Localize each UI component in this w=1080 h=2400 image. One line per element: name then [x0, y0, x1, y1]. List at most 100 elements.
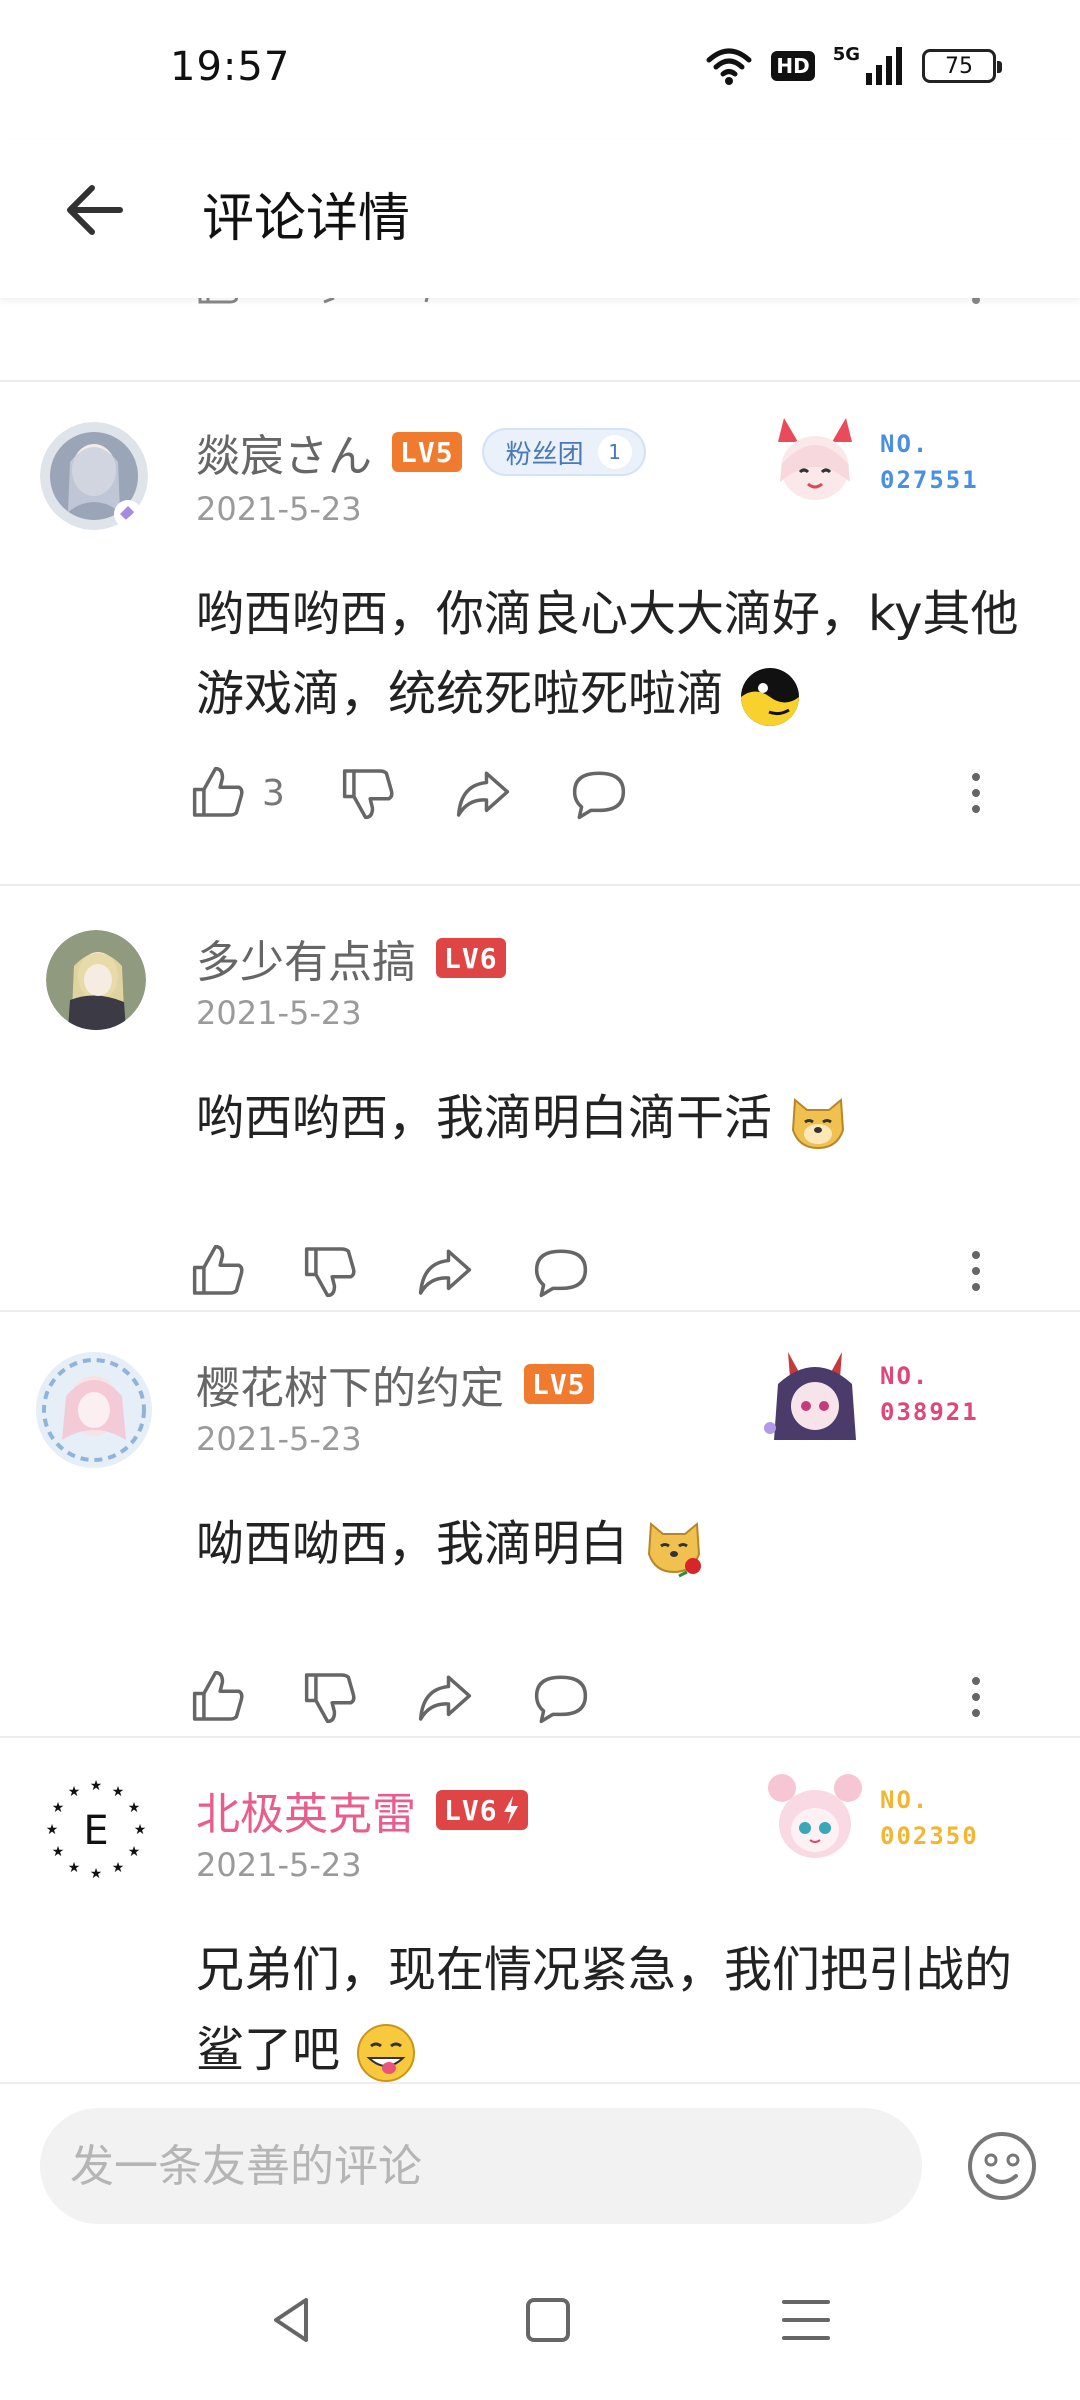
share-button[interactable] — [416, 1236, 474, 1306]
comment-text: 哟西哟西，我滴明白滴干活 — [196, 1078, 1036, 1158]
comment-card: 燚宸さん LV5 粉丝团 1 2021-5-23 NO. 027551 哟西哟西… — [0, 382, 1080, 882]
name-row: 燚宸さん LV5 粉丝团 1 — [196, 420, 646, 484]
comment-content: 呦西呦西，我滴明白 — [196, 1516, 629, 1572]
dislike-button[interactable] — [302, 1662, 360, 1732]
share-button[interactable] — [416, 1662, 474, 1732]
svg-text:★: ★ — [112, 1860, 125, 1876]
more-icon — [972, 773, 980, 813]
like-button[interactable] — [190, 1662, 262, 1732]
name-row: 樱花树下的约定 LV5 — [196, 1352, 594, 1416]
svg-text:★: ★ — [112, 1784, 125, 1800]
comment-date: 2021-5-23 — [196, 490, 362, 528]
thumbs-up-icon — [192, 1244, 244, 1295]
reply-button[interactable] — [532, 1236, 590, 1306]
lightning-icon — [503, 1796, 518, 1824]
reply-icon — [534, 1675, 588, 1724]
doge-rose-emoji — [648, 1521, 702, 1578]
svg-text:★: ★ — [46, 1822, 59, 1838]
home-square-icon[interactable] — [518, 2290, 578, 2350]
back-triangle-icon[interactable] — [262, 2290, 322, 2350]
comment-content: 兄弟们，现在情况紧急，我们把引战的鲨了吧 — [196, 1942, 1013, 2078]
signal-icon — [866, 47, 902, 85]
app-header: 评论详情 — [0, 140, 1080, 298]
share-icon — [418, 1675, 472, 1721]
badge-no-label: NO. — [880, 1786, 930, 1814]
like-button[interactable]: 3 — [190, 758, 285, 828]
doge-emoji — [792, 1097, 845, 1150]
name-row: 北极英克雷 LV6 — [196, 1778, 528, 1842]
dislike-button[interactable] — [340, 758, 398, 828]
avatar[interactable] — [40, 422, 148, 530]
more-button[interactable] — [970, 1662, 982, 1732]
level-text: LV6 — [444, 1793, 498, 1827]
back-arrow-icon[interactable] — [58, 170, 138, 250]
badge-number: 002350 — [880, 1822, 979, 1850]
thumbs-down-icon — [342, 769, 394, 820]
system-nav-bar — [0, 2232, 1080, 2400]
menu-lines-icon[interactable] — [776, 2290, 836, 2350]
character-sticker-icon — [768, 1774, 862, 1858]
comment-card: E ★ ★ ★ ★ ★ ★ ★ ★ ★ ★ ★ ★ 北极英克雷 LV6 2021-5-23 — [0, 1738, 1080, 2082]
more-icon — [972, 1251, 980, 1291]
share-icon — [456, 771, 510, 817]
thumbs-down-icon — [304, 1673, 356, 1724]
comment-text: 呦西呦西，我滴明白 — [196, 1504, 1036, 1584]
wifi-icon — [706, 48, 752, 85]
more-button[interactable] — [970, 1236, 982, 1306]
svg-text:★: ★ — [128, 1844, 141, 1860]
comment-input[interactable] — [40, 2108, 922, 2224]
comment-card: 樱花树下的约定 LV5 2021-5-23 NO. 038921 呦西呦西，我滴… — [0, 1312, 1080, 1736]
comment-card: 多少有点搞 LV6 2021-5-23 哟西哟西，我滴明白滴干活 — [0, 886, 1080, 1310]
username[interactable]: 北极英克雷 — [196, 1778, 416, 1842]
reply-button[interactable] — [532, 1662, 590, 1732]
avatar[interactable]: E ★ ★ ★ ★ ★ ★ ★ ★ ★ ★ ★ ★ — [44, 1778, 148, 1882]
svg-text:★: ★ — [90, 1866, 103, 1882]
comment-date: 2021-5-23 — [196, 1846, 362, 1884]
battery-icon: 75 — [922, 49, 1002, 83]
share-button[interactable] — [454, 758, 512, 828]
number-badge: NO. 027551 — [760, 412, 979, 512]
like-button[interactable] — [190, 1236, 262, 1306]
status-time: 19:57 — [170, 44, 291, 90]
comment-actions: 3 — [190, 758, 1040, 828]
comment-actions — [190, 1662, 1040, 1732]
fans-club-label: 粉丝团 — [505, 439, 584, 470]
username[interactable]: 燚宸さん — [196, 420, 372, 484]
character-sticker-icon — [778, 418, 852, 500]
character-sticker-icon — [764, 1352, 856, 1440]
share-icon — [418, 1249, 472, 1295]
thumbs-up-icon — [192, 1670, 244, 1721]
badge-no-label: NO. — [880, 430, 930, 458]
comment-date: 2021-5-23 — [196, 1420, 362, 1458]
yin-yang-face-emoji — [741, 668, 800, 726]
svg-text:★: ★ — [134, 1822, 147, 1838]
fans-club-badge[interactable]: 粉丝团 1 — [481, 428, 646, 476]
comment-date: 2021-5-23 — [196, 994, 362, 1032]
avatar[interactable] — [46, 930, 146, 1030]
comment-text: 兄弟们，现在情况紧急，我们把引战的鲨了吧 — [196, 1930, 1036, 2082]
svg-text:★: ★ — [52, 1844, 65, 1860]
svg-text:E: E — [83, 1808, 108, 1854]
number-badge: NO. 002350 — [760, 1768, 979, 1868]
more-button[interactable] — [970, 758, 982, 828]
fans-club-level: 1 — [597, 435, 632, 469]
username[interactable]: 多少有点搞 — [196, 926, 416, 990]
battery-level: 75 — [945, 53, 973, 79]
dislike-button[interactable] — [302, 1236, 360, 1306]
reply-icon — [534, 1249, 588, 1298]
svg-text:★: ★ — [52, 1800, 65, 1816]
comment-text: 哟西哟西，你滴良心大大滴好，ky其他游戏滴，统统死啦死啦滴 — [196, 574, 1036, 734]
svg-text:★: ★ — [90, 1778, 103, 1794]
hd-icon: HD — [771, 51, 815, 81]
comment-actions — [190, 1236, 1040, 1306]
comment-content: 哟西哟西，你滴良心大大滴好，ky其他游戏滴，统统死啦死啦滴 — [196, 586, 1019, 722]
smiley-icon[interactable] — [966, 2130, 1038, 2202]
badge-number: 038921 — [880, 1398, 979, 1426]
network-label: 5G — [832, 43, 860, 65]
username[interactable]: 樱花树下的约定 — [196, 1352, 504, 1416]
svg-text:★: ★ — [128, 1800, 141, 1816]
badge-no-label: NO. — [880, 1362, 930, 1390]
reply-button[interactable] — [570, 758, 628, 828]
reply-icon — [572, 771, 626, 820]
avatar[interactable] — [34, 1350, 154, 1470]
